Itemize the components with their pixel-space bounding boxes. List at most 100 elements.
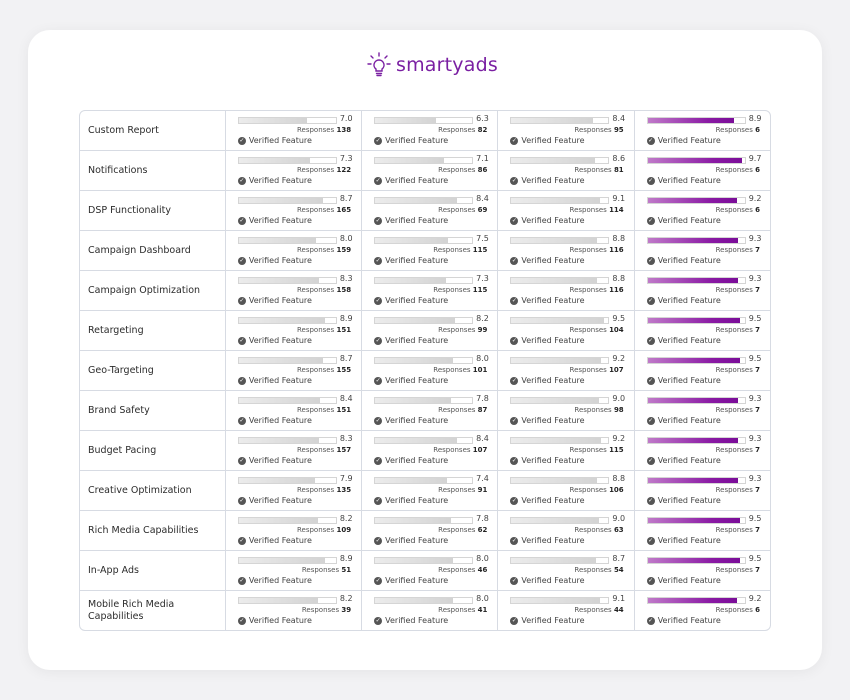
score-value: 8.3 bbox=[339, 274, 353, 283]
score-bar-track bbox=[374, 317, 474, 324]
check-circle-icon: ✓ bbox=[237, 136, 246, 145]
responses-value: 7 bbox=[755, 406, 760, 414]
table-row: Custom Report 7.0 Responses 138 ✓ Verified F… bbox=[80, 111, 770, 151]
feature-cell: Brand Safety bbox=[80, 391, 226, 431]
verified-label: Verified Feature bbox=[385, 256, 449, 265]
responses-value: 6 bbox=[755, 126, 760, 134]
responses-value: 86 bbox=[477, 166, 488, 174]
score-bar bbox=[375, 238, 448, 243]
check-circle-icon: ✓ bbox=[237, 296, 246, 305]
check-circle-icon: ✓ bbox=[374, 176, 383, 185]
responses-count: Responses 7 bbox=[716, 326, 760, 334]
check-circle-icon: ✓ bbox=[237, 176, 246, 185]
score-bar-track bbox=[237, 157, 337, 164]
score-cell: 9.5 Responses 104 ✓ Verified Feature bbox=[498, 311, 635, 351]
responses-label: Responses bbox=[438, 166, 476, 174]
responses-count: Responses 54 bbox=[574, 566, 623, 574]
score-bar bbox=[375, 438, 457, 443]
score-bar-track bbox=[237, 317, 337, 324]
check-circle-icon: ✓ bbox=[510, 256, 519, 265]
responses-value: 106 bbox=[609, 486, 624, 494]
score-bar-track bbox=[510, 277, 610, 284]
feature-name: Campaign Optimization bbox=[88, 284, 201, 296]
check-circle-icon: ✓ bbox=[646, 576, 655, 585]
responses-count: Responses 138 bbox=[297, 126, 351, 134]
responses-count: Responses 115 bbox=[433, 286, 487, 294]
verified-label: Verified Feature bbox=[248, 536, 312, 545]
score-bar bbox=[375, 158, 444, 163]
responses-count: Responses 7 bbox=[716, 406, 760, 414]
responses-count: Responses 106 bbox=[570, 486, 624, 494]
score-cell: 7.5 Responses 115 ✓ Verified Feature bbox=[362, 231, 499, 271]
responses-value: 44 bbox=[613, 606, 624, 614]
score-bar bbox=[375, 478, 447, 483]
responses-label: Responses bbox=[301, 606, 340, 614]
score-cell: 6.3 Responses 82 ✓ Verified Feature bbox=[362, 111, 499, 151]
feature-cell: Custom Report bbox=[80, 111, 226, 151]
responses-label: Responses bbox=[433, 286, 471, 294]
score-value: 8.4 bbox=[476, 434, 489, 443]
score-bar bbox=[511, 158, 595, 163]
check-circle-icon: ✓ bbox=[646, 336, 655, 345]
verified-label: Verified Feature bbox=[657, 616, 721, 625]
verified-label: Verified Feature bbox=[657, 296, 721, 305]
responses-label: Responses bbox=[569, 366, 607, 374]
verified-label: Verified Feature bbox=[385, 496, 449, 505]
score-value: 9.3 bbox=[748, 394, 762, 403]
score-cell: 9.5 Responses 7 ✓ Verified Feature bbox=[634, 311, 770, 351]
verified-feature: ✓ Verified Feature bbox=[374, 136, 448, 145]
check-circle-icon: ✓ bbox=[374, 336, 383, 345]
score-bar-track bbox=[646, 597, 746, 604]
verified-feature: ✓ Verified Feature bbox=[510, 176, 585, 185]
verified-label: Verified Feature bbox=[521, 496, 585, 505]
score-cell: 9.5 Responses 7 ✓ Verified Feature bbox=[634, 511, 770, 551]
lightbulb-icon bbox=[367, 52, 391, 77]
verified-feature: ✓ Verified Feature bbox=[646, 616, 721, 625]
score-value: 9.2 bbox=[612, 354, 626, 363]
table-row: Notifications 7.3 Responses 122 ✓ Verified F… bbox=[80, 151, 770, 191]
responses-value: 101 bbox=[472, 366, 488, 374]
score-value: 8.0 bbox=[476, 354, 489, 363]
check-circle-icon: ✓ bbox=[374, 296, 383, 305]
feature-cell: DSP Functionality bbox=[80, 191, 226, 231]
responses-label: Responses bbox=[715, 406, 753, 414]
responses-count: Responses 46 bbox=[438, 566, 487, 574]
score-bar-track bbox=[374, 277, 474, 284]
score-bar bbox=[238, 278, 320, 283]
check-circle-icon: ✓ bbox=[646, 416, 655, 425]
verified-label: Verified Feature bbox=[521, 376, 585, 385]
responses-count: Responses 98 bbox=[574, 406, 623, 414]
verified-feature: ✓ Verified Feature bbox=[646, 456, 721, 465]
score-value: 8.8 bbox=[612, 234, 626, 243]
responses-label: Responses bbox=[301, 566, 340, 574]
responses-count: Responses 107 bbox=[433, 446, 487, 454]
responses-label: Responses bbox=[715, 206, 753, 214]
verified-label: Verified Feature bbox=[657, 416, 721, 425]
brand-name: smartyads bbox=[396, 54, 498, 76]
responses-count: Responses 63 bbox=[574, 526, 623, 534]
responses-label: Responses bbox=[438, 606, 476, 614]
verified-feature: ✓ Verified Feature bbox=[237, 496, 312, 505]
responses-value: 6 bbox=[755, 166, 760, 174]
check-circle-icon: ✓ bbox=[510, 216, 519, 225]
feature-cell: Rich Media Capabilities bbox=[80, 511, 226, 551]
score-value: 8.8 bbox=[612, 474, 626, 483]
check-circle-icon: ✓ bbox=[510, 376, 519, 385]
responses-label: Responses bbox=[715, 606, 753, 614]
check-circle-icon: ✓ bbox=[510, 576, 519, 585]
check-circle-icon: ✓ bbox=[646, 456, 655, 465]
score-cell: 7.4 Responses 91 ✓ Verified Feature bbox=[362, 471, 499, 511]
score-bar bbox=[511, 318, 604, 323]
responses-label: Responses bbox=[574, 566, 612, 574]
score-bar-track bbox=[646, 117, 746, 124]
verified-feature: ✓ Verified Feature bbox=[510, 416, 585, 425]
score-cell: 8.4 Responses 151 ✓ Verified Feature bbox=[225, 391, 363, 431]
check-circle-icon: ✓ bbox=[374, 496, 383, 505]
score-cell: 9.1 Responses 114 ✓ Verified Feature bbox=[498, 191, 635, 231]
score-bar-track bbox=[510, 357, 610, 364]
responses-label: Responses bbox=[574, 126, 612, 134]
responses-count: Responses 116 bbox=[570, 286, 624, 294]
responses-value: 7 bbox=[755, 246, 760, 254]
responses-label: Responses bbox=[715, 126, 753, 134]
score-cell: 8.3 Responses 157 ✓ Verified Feature bbox=[225, 431, 363, 471]
